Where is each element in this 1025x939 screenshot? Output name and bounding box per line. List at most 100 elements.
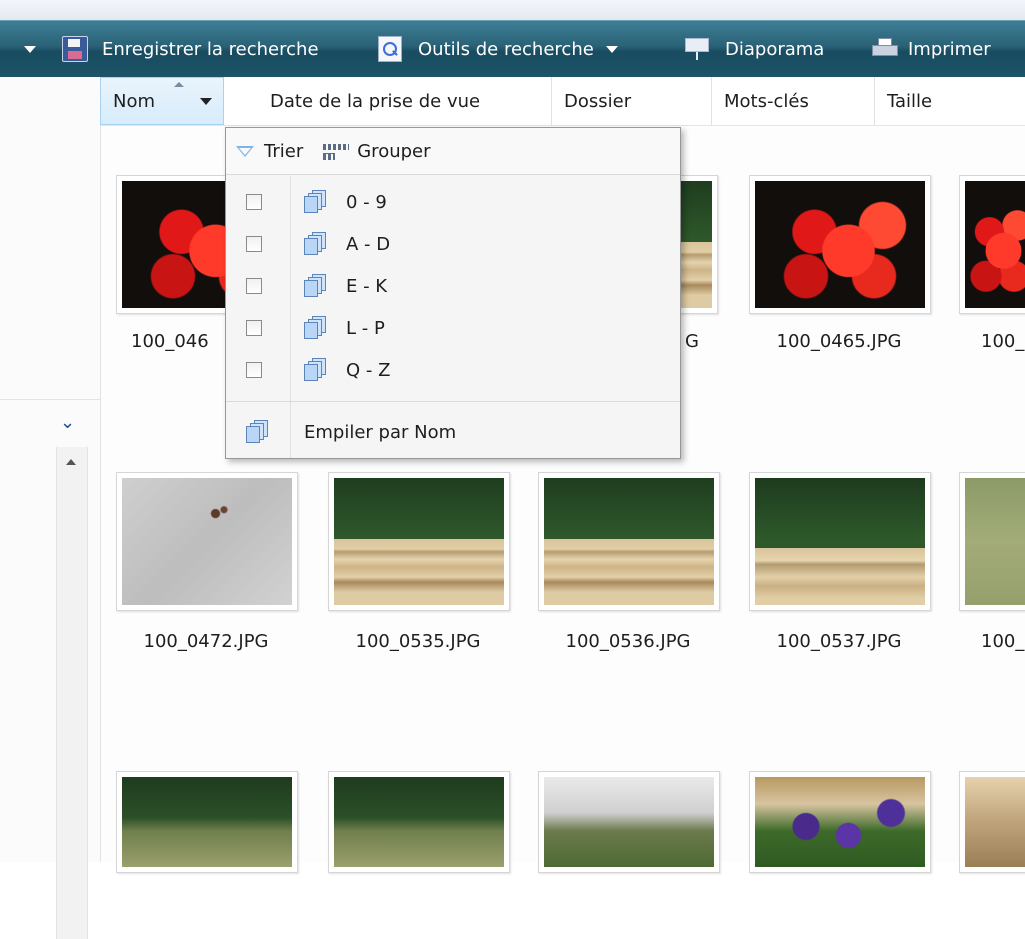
window-top-strip xyxy=(0,0,1025,20)
file-name[interactable]: 100_ xyxy=(981,631,1025,652)
file-name[interactable]: 100_0472.JPG xyxy=(116,631,296,652)
filter-label: Q - Z xyxy=(346,359,391,381)
column-header-date-label: Date de la prise de vue xyxy=(270,90,481,112)
scroll-up-icon[interactable] xyxy=(66,459,76,465)
photo-image xyxy=(544,777,714,867)
dropdown-arrow-icon xyxy=(605,45,618,53)
column-header-size-label: Taille xyxy=(887,90,933,112)
photo-image xyxy=(965,181,1025,308)
organize-dropdown-arrow[interactable] xyxy=(24,21,36,77)
print-icon xyxy=(872,38,898,60)
slideshow-button[interactable]: Diaporama xyxy=(685,21,824,77)
nav-divider xyxy=(0,399,100,400)
filter-item-0-9[interactable]: 0 - 9 xyxy=(226,181,680,223)
photo-thumbnail[interactable] xyxy=(959,771,1025,873)
checkbox-icon[interactable] xyxy=(246,278,262,294)
photo-thumbnail[interactable] xyxy=(538,472,720,611)
filter-item-l-p[interactable]: L - P xyxy=(226,307,680,349)
stack-icon xyxy=(304,274,328,298)
photo-image xyxy=(755,478,925,605)
file-name[interactable]: 100_0465.JPG xyxy=(749,331,929,352)
menu-separator xyxy=(226,401,680,402)
checkbox-icon[interactable] xyxy=(246,362,262,378)
column-header-tags-label: Mots-clés xyxy=(724,90,809,112)
column-header-size[interactable]: Taille xyxy=(875,77,1025,125)
stack-icon xyxy=(304,232,328,256)
sort-triangle-icon xyxy=(236,145,254,157)
stack-by-name-item[interactable]: Empiler par Nom xyxy=(226,408,680,456)
filter-label: 0 - 9 xyxy=(346,191,387,213)
photo-thumbnail[interactable] xyxy=(116,771,298,873)
filter-item-a-d[interactable]: A - D xyxy=(226,223,680,265)
photo-thumbnail[interactable] xyxy=(749,472,931,611)
print-button[interactable]: Imprimer xyxy=(872,21,991,77)
chevron-down-icon[interactable]: ⌄ xyxy=(60,412,75,433)
photo-thumbnail[interactable] xyxy=(749,771,931,873)
filter-item-q-z[interactable]: Q - Z xyxy=(226,349,680,391)
photo-image xyxy=(122,777,292,867)
slideshow-icon xyxy=(685,38,709,60)
column-header-name-label: Nom xyxy=(113,90,156,112)
slideshow-label: Diaporama xyxy=(725,38,825,60)
checkbox-icon[interactable] xyxy=(246,320,262,336)
column-header-name[interactable]: Nom xyxy=(100,77,224,125)
stack-by-name-label: Empiler par Nom xyxy=(304,421,457,443)
stack-icon xyxy=(304,190,328,214)
sort-label: Trier xyxy=(264,140,304,162)
stack-icon xyxy=(304,358,328,382)
filter-label: E - K xyxy=(346,275,388,297)
photo-image xyxy=(755,777,925,867)
file-name[interactable]: 100_0535.JPG xyxy=(328,631,508,652)
photo-thumbnail[interactable] xyxy=(116,472,298,611)
photo-image xyxy=(122,478,292,605)
sort-option[interactable]: Trier xyxy=(226,141,303,162)
column-header-folder-label: Dossier xyxy=(564,90,632,112)
dropdown-arrow-icon xyxy=(200,97,212,105)
photo-thumbnail[interactable] xyxy=(328,771,510,873)
filter-label: A - D xyxy=(346,233,391,255)
save-search-icon xyxy=(62,36,88,62)
photo-image xyxy=(334,777,504,867)
search-tools-label: Outils de recherche xyxy=(418,38,594,60)
file-name[interactable]: 100_0536.JPG xyxy=(538,631,718,652)
checkbox-icon[interactable] xyxy=(246,194,262,210)
stack-icon xyxy=(304,316,328,340)
photo-thumbnail[interactable] xyxy=(959,472,1025,611)
save-search-button[interactable]: Enregistrer la recherche xyxy=(62,21,319,77)
photo-image xyxy=(755,181,925,308)
column-header-date-taken[interactable]: Date de la prise de vue xyxy=(258,77,552,125)
photo-image xyxy=(544,478,714,605)
group-option[interactable]: Grouper xyxy=(303,140,431,162)
photo-thumbnail[interactable] xyxy=(538,771,720,873)
group-icon xyxy=(323,141,350,161)
sort-ascending-icon xyxy=(174,82,184,87)
search-tools-button[interactable]: Outils de recherche xyxy=(378,21,618,77)
menu-sort-group-bar: Trier Grouper xyxy=(226,128,680,175)
print-label: Imprimer xyxy=(908,38,991,60)
filter-item-e-k[interactable]: E - K xyxy=(226,265,680,307)
file-name[interactable]: G xyxy=(685,331,705,352)
search-tools-icon xyxy=(378,36,402,62)
column-filter-menu: Trier Grouper 0 - 9 A - D E - K L - P Q … xyxy=(225,127,681,459)
column-headers: Nom Date de la prise de vue Dossier Mots… xyxy=(100,77,1025,126)
photo-thumbnail[interactable] xyxy=(749,175,931,314)
photo-image xyxy=(334,478,504,605)
file-name[interactable]: 100_ xyxy=(981,331,1025,352)
group-label: Grouper xyxy=(357,140,431,162)
column-header-folder[interactable]: Dossier xyxy=(552,77,712,125)
filter-label: L - P xyxy=(346,317,385,339)
photo-thumbnail[interactable] xyxy=(959,175,1025,314)
navigation-pane: ⌄ xyxy=(0,77,101,939)
command-toolbar: Enregistrer la recherche Outils de reche… xyxy=(0,20,1025,78)
file-name[interactable]: 100_0537.JPG xyxy=(749,631,929,652)
nav-scrollbar[interactable] xyxy=(56,447,88,939)
dropdown-arrow-icon xyxy=(24,45,36,53)
photo-image xyxy=(965,478,1025,605)
save-search-label: Enregistrer la recherche xyxy=(102,38,319,60)
photo-thumbnail[interactable] xyxy=(328,472,510,611)
column-header-tags[interactable]: Mots-clés xyxy=(712,77,875,125)
photo-image xyxy=(965,777,1025,867)
checkbox-icon[interactable] xyxy=(246,236,262,252)
column-name-dropdown-button[interactable] xyxy=(189,78,223,124)
stack-icon xyxy=(246,420,270,444)
